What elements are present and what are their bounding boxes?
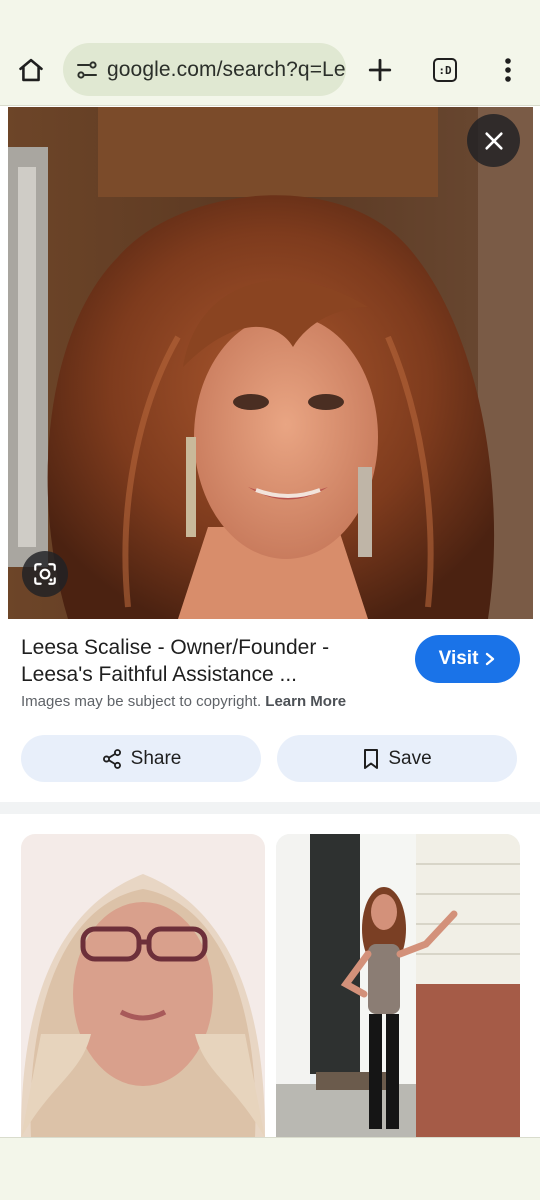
share-button[interactable]: Share — [21, 735, 261, 782]
learn-more-link[interactable]: Learn More — [265, 693, 346, 710]
portrait-photo — [8, 107, 533, 619]
new-tab-button[interactable] — [360, 50, 400, 90]
close-button[interactable] — [467, 114, 520, 167]
bottom-bar — [0, 1137, 540, 1200]
copyright-notice: Images may be subject to copyright. Lear… — [21, 693, 346, 710]
lens-icon — [34, 563, 56, 585]
copyright-text: Images may be subject to copyright. — [21, 693, 262, 710]
image-viewer-page: google.com/search?q=Le :D Leesa Scalise … — [0, 0, 540, 1200]
site-info-button[interactable] — [63, 43, 99, 96]
home-button[interactable] — [11, 50, 51, 90]
related-image-2[interactable] — [276, 834, 520, 1138]
related-image-1[interactable] — [21, 834, 265, 1138]
related-photo-1 — [21, 834, 265, 1138]
save-button[interactable]: Save — [277, 735, 517, 782]
home-icon — [19, 58, 43, 82]
save-label: Save — [388, 747, 432, 769]
share-icon — [102, 748, 121, 769]
plus-icon — [368, 58, 392, 82]
tune-icon — [77, 60, 97, 79]
tab-switcher-button[interactable]: :D — [425, 50, 465, 90]
url-text: google.com/search?q=Le — [107, 57, 346, 81]
close-icon — [484, 131, 503, 150]
browser-toolbar: google.com/search?q=Le :D — [0, 0, 540, 106]
address-bar[interactable]: google.com/search?q=Le — [63, 43, 346, 96]
related-photo-2 — [276, 834, 520, 1138]
section-divider — [0, 802, 540, 814]
lens-search-button[interactable] — [22, 551, 68, 597]
share-label: Share — [130, 747, 182, 769]
main-image[interactable] — [8, 107, 533, 619]
chevron-right-icon — [486, 652, 495, 666]
bookmark-icon — [364, 748, 379, 769]
result-title-link[interactable]: Leesa Scalise - Owner/Founder - Leesa's … — [21, 634, 401, 688]
browser-menu-button[interactable] — [488, 50, 528, 90]
more-vert-icon — [505, 58, 511, 82]
visit-button[interactable]: Visit — [415, 635, 520, 683]
tab-count: :D — [433, 58, 457, 82]
visit-label: Visit — [438, 648, 479, 669]
